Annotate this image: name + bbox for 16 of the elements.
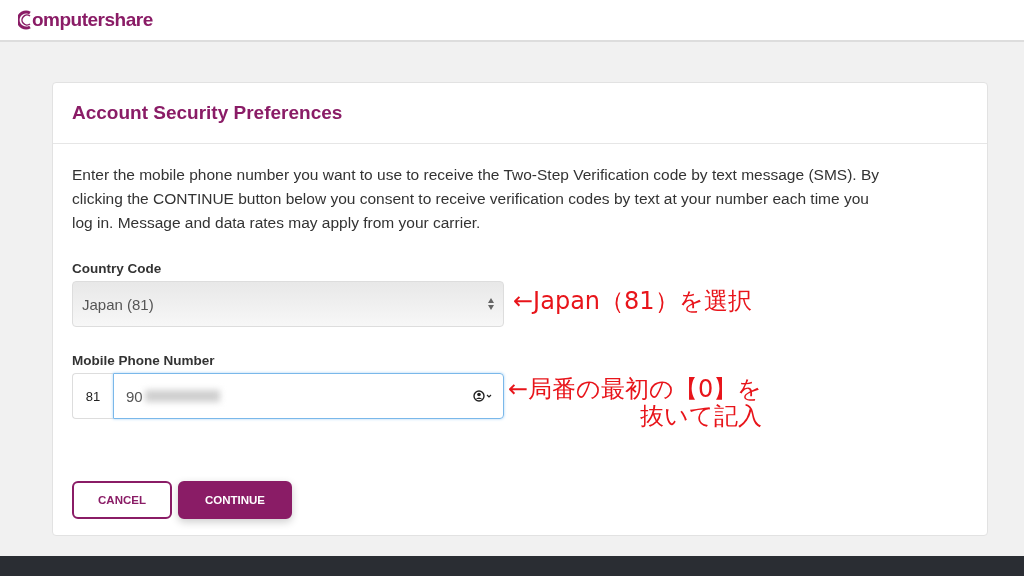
field-label: Country Code: [72, 261, 163, 276]
intro-paragraph: Enter the mobile phone number you want to use to receive the Two-Step Verification code by text message (SMS). By clicking the CONTINUE button below you consent to receive verification codes by text at your number each time you log in. Message and data rates may apply from your carrier.: [72, 165, 880, 233]
logo-text: omputershare: [32, 9, 153, 31]
card-title: Account Security Preferences: [72, 102, 343, 124]
annotation-text: ←Japan（81）を選択: [513, 287, 752, 315]
updown-caret-icon: [487, 297, 495, 311]
annotation-text: ←局番の最初の【0】を: [508, 375, 763, 403]
country-prefix: 81: [72, 373, 113, 419]
contact-autofill-icon[interactable]: [473, 390, 493, 402]
country-code-select[interactable]: Japan (81): [72, 281, 504, 327]
logo-icon: [18, 10, 32, 30]
cancel-button[interactable]: CANCEL: [72, 481, 172, 519]
phone-input-field[interactable]: 90: [113, 373, 504, 419]
continue-button[interactable]: CONTINUE: [178, 481, 292, 519]
field-label: Mobile Phone Number: [72, 353, 216, 368]
annotation-text: 抜いて記入: [640, 402, 763, 430]
